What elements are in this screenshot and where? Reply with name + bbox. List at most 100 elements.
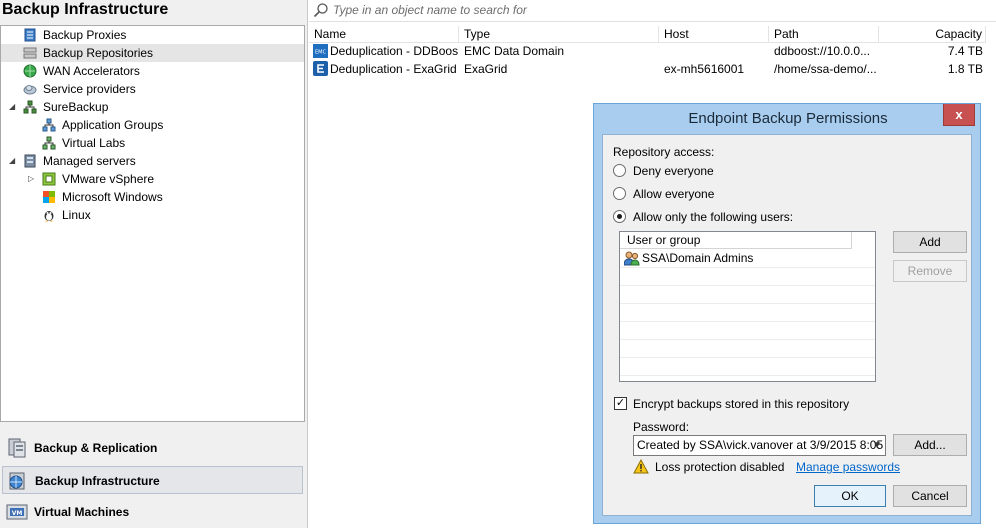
nav-label: Virtual Machines [34,505,130,519]
vmware-vsphere-icon [42,172,56,186]
infrastructure-tree: Backup Proxies Backup Repositories WAN A… [0,25,305,422]
tree-item-service-providers[interactable]: Service providers [1,80,304,98]
tree-item-microsoft-windows[interactable]: Microsoft Windows [1,188,304,206]
backup-repositories-icon [23,47,37,59]
repository-access-label: Repository access: [613,145,715,159]
cell-name: Deduplication - ExaGrid [330,62,457,76]
table-row[interactable]: EMC Deduplication - DDBoost EMC Data Dom… [309,42,996,60]
tree-item-vmware-vsphere[interactable]: ▷ VMware vSphere [1,170,304,188]
exagrid-icon [313,61,328,76]
dialog-body: Repository access: Deny everyone Allow e… [602,134,972,516]
column-header-capacity[interactable]: Capacity [879,26,986,43]
deny-everyone-label[interactable]: Deny everyone [633,164,714,178]
password-select-value: Created by SSA\vick.vanover at 3/9/2015 … [637,438,886,452]
tree-item-linux[interactable]: Linux [1,206,304,224]
tree-item-backup-proxies[interactable]: Backup Proxies [1,26,304,44]
user-name: SSA\Domain Admins [642,251,754,265]
tree-item-label: Service providers [43,82,136,96]
empty-row [620,340,875,358]
svg-text:VM: VM [12,510,23,517]
remove-user-button[interactable]: Remove [893,260,967,282]
encrypt-label[interactable]: Encrypt backups stored in this repositor… [633,397,849,411]
tree-item-label: Virtual Labs [62,136,126,150]
empty-row [620,304,875,322]
tree-item-label: Backup Repositories [43,46,154,60]
tree-item-managed-servers[interactable]: ◢ Managed servers [1,152,304,170]
manage-passwords-link[interactable]: Manage passwords [796,460,900,474]
empty-row [620,322,875,340]
tree-item-label: Linux [62,208,91,222]
users-list[interactable]: User or group SSA\Domain Admins [619,231,876,382]
virtual-labs-icon [42,136,56,150]
warning-text: Loss protection disabled [655,460,785,474]
tree-item-label: Managed servers [43,154,136,168]
expander-icon[interactable]: ◢ [9,157,16,165]
allow-everyone-label[interactable]: Allow everyone [633,187,714,201]
cell-path: /home/ssa-demo/... [774,62,877,76]
column-header-host[interactable]: Host [659,26,769,43]
users-column-header[interactable]: User or group [620,232,852,249]
cell-capacity: 7.4 TB [947,44,983,58]
tree-item-wan-accelerators[interactable]: WAN Accelerators [1,62,304,80]
tree-item-application-groups[interactable]: Application Groups [1,116,304,134]
backup-proxies-icon [24,28,36,42]
cell-type: ExaGrid [464,62,508,76]
table-row[interactable]: Deduplication - ExaGrid ExaGrid ex-mh561… [309,60,996,78]
emc-icon: EMC [313,44,328,58]
allow-everyone-radio[interactable] [613,187,626,200]
search-input[interactable] [333,2,833,18]
tree-item-surebackup[interactable]: ◢ SureBackup [1,98,304,116]
empty-row [620,268,875,286]
surebackup-icon [23,100,37,114]
cell-host: ex-mh5616001 [664,62,745,76]
column-header-path[interactable]: Path [769,26,879,43]
expander-icon[interactable]: ◢ [9,103,16,111]
service-providers-icon [23,85,37,95]
tree-item-label: Application Groups [62,118,164,132]
list-item[interactable]: SSA\Domain Admins [620,250,875,268]
column-header-name[interactable]: Name [309,26,459,43]
add-user-button[interactable]: Add [893,231,967,253]
password-select[interactable]: Created by SSA\vick.vanover at 3/9/2015 … [633,435,886,456]
nav-virtual-machines[interactable]: VM Virtual Machines [2,498,303,526]
virtual-machines-icon: VM [6,504,28,520]
microsoft-windows-icon [43,191,55,203]
dialog-title: Endpoint Backup Permissions [688,110,888,127]
cell-name: Deduplication - DDBoost [330,44,458,58]
close-button[interactable]: x [943,104,975,126]
tree-item-backup-repositories[interactable]: Backup Repositories [1,44,304,62]
add-password-button[interactable]: Add... [893,434,967,456]
search-icon [313,3,328,18]
linux-icon [44,211,54,222]
column-header-type[interactable]: Type [459,26,659,43]
nav-backup-infrastructure[interactable]: Backup Infrastructure [2,466,303,494]
password-label: Password: [633,420,690,434]
cell-type: EMC Data Domain [464,44,565,58]
endpoint-backup-permissions-dialog: Endpoint Backup Permissions x Repository… [593,103,981,524]
cell-path: ddboost://10.0.0... [774,44,871,58]
expander-icon[interactable]: ▷ [28,175,35,183]
ok-button[interactable]: OK [814,485,886,507]
search-bar [309,0,996,22]
encrypt-checkbox[interactable]: ✓ [614,397,627,410]
tree-item-label: Microsoft Windows [62,190,163,204]
wan-accelerators-icon [23,64,37,78]
tree-item-label: VMware vSphere [62,172,155,186]
nav-backup-replication[interactable]: Backup & Replication [2,434,303,462]
allow-only-users-label[interactable]: Allow only the following users: [633,210,793,224]
tree-item-virtual-labs[interactable]: Virtual Labs [1,134,304,152]
cell-capacity: 1.8 TB [947,62,983,76]
backup-infrastructure-icon [9,472,25,490]
empty-row [620,286,875,304]
deny-everyone-radio[interactable] [613,164,626,177]
emc-icon-text: EMC [315,50,326,56]
empty-row [620,358,875,376]
cancel-button[interactable]: Cancel [893,485,967,507]
managed-servers-icon [24,154,36,168]
tree-item-label: SureBackup [43,100,109,114]
user-group-icon [624,251,640,266]
backup-replication-icon [8,438,26,458]
chevron-down-icon: ▼ [872,440,882,451]
allow-only-users-radio[interactable] [613,210,626,223]
panel-title: Backup Infrastructure [2,1,169,18]
